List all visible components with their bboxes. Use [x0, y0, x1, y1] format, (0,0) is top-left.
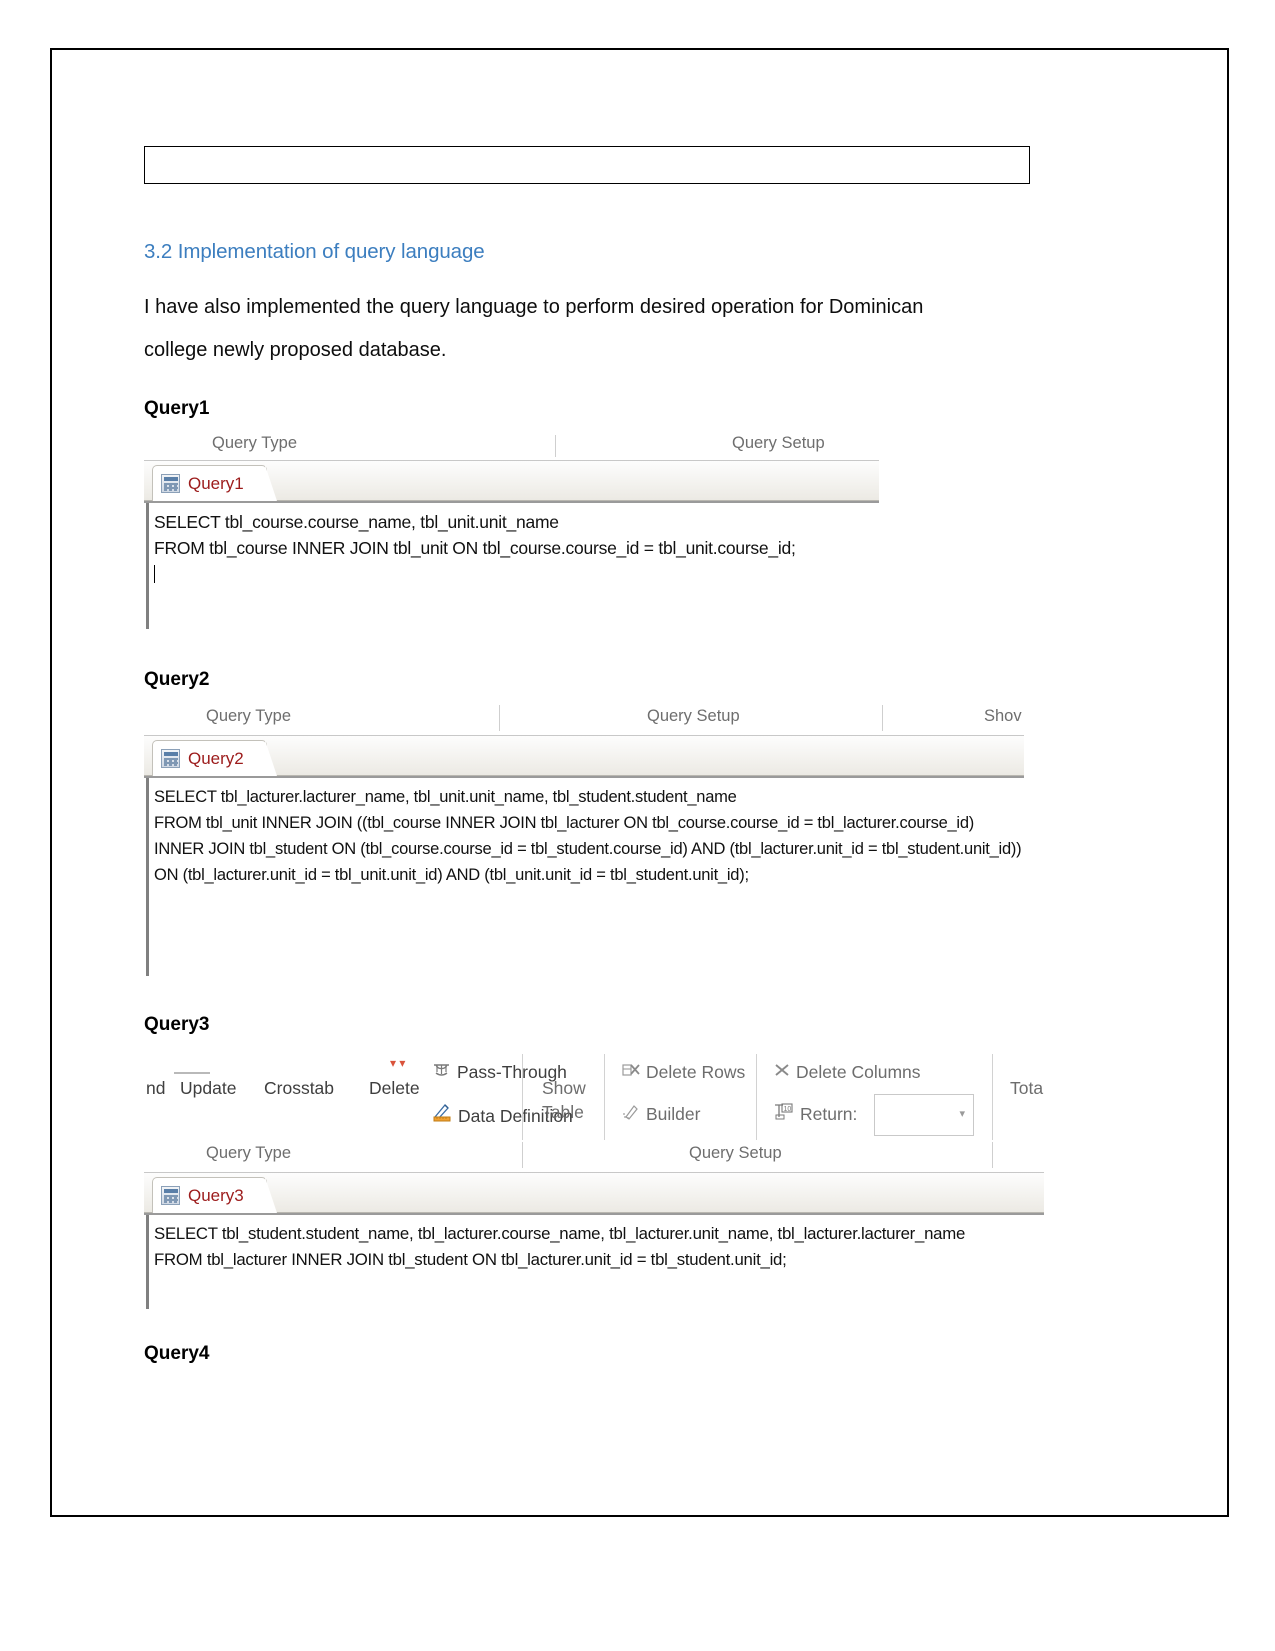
query2-sql-pane[interactable]: SELECT tbl_lacturer.lacturer_name, tbl_u… [144, 776, 1024, 976]
query2-group-labels: Query Type Query Setup Shov [144, 705, 1024, 735]
totals-command[interactable]: Totals [1010, 1078, 1044, 1099]
query1-tab-strip: Query1 [144, 461, 879, 501]
empty-text-box [144, 146, 1030, 184]
group-label-query-setup: Query Setup [689, 1144, 782, 1162]
query1-group-labels: Query Type Query Setup [144, 434, 879, 460]
delete-rows-icon [622, 1062, 640, 1083]
query3-sql-pane[interactable]: SELECT tbl_student.student_name, tbl_lac… [144, 1213, 1044, 1309]
return-icon: 10 [774, 1102, 794, 1125]
sql-line: INNER JOIN tbl_student ON (tbl_course.co… [154, 840, 1022, 858]
query3-tab-strip: Query3 [144, 1173, 1044, 1213]
builder-icon [622, 1102, 640, 1125]
document-tab-label: Query1 [188, 473, 244, 493]
group-separator [522, 1142, 523, 1168]
page-content: 3.2 Implementation of query language I h… [144, 146, 1074, 1379]
data-definition-icon [432, 1102, 452, 1127]
text-caret [154, 565, 155, 583]
body-paragraph: I have also implemented the query langua… [144, 286, 1072, 372]
delete-rows-label: Delete Rows [646, 1062, 746, 1082]
sql-line: FROM tbl_lacturer INNER JOIN tbl_student… [154, 1250, 787, 1269]
document-page-frame: 3.2 Implementation of query language I h… [50, 48, 1229, 1517]
sql-caret-line [144, 561, 879, 587]
ribbon-dash-mark [174, 1072, 210, 1074]
spark-marks-icon: ▾ ▾ [390, 1056, 406, 1070]
query-table-icon [161, 1186, 180, 1205]
sql-line: SELECT tbl_student.student_name, tbl_lac… [154, 1224, 966, 1243]
sql-line: SELECT tbl_course.course_name, tbl_unit.… [154, 512, 559, 532]
ribbon-command-append[interactable]: nd [146, 1078, 165, 1099]
document-tab-label: Query3 [188, 1185, 244, 1205]
group-label-query-type: Query Type [206, 707, 291, 725]
query-table-icon [161, 474, 180, 493]
query2-screenshot: Query Type Query Setup Shov Query2 SELEC… [144, 705, 1024, 976]
group-separator [992, 1142, 993, 1168]
query2-tab-strip: Query2 [144, 736, 1024, 776]
ribbon-group-separator [522, 1054, 523, 1140]
show-table-command[interactable]: Show [542, 1078, 586, 1099]
delete-rows-command[interactable]: Delete Rows [622, 1062, 745, 1083]
query3-ribbon: nd Update Crosstab Delete Pass-Through ▾… [144, 1050, 1044, 1142]
pass-through-icon [432, 1062, 451, 1083]
paragraph-line-1: I have also implemented the query langua… [144, 296, 924, 318]
query1-sql-pane[interactable]: SELECT tbl_course.course_name, tbl_unit.… [144, 501, 879, 629]
group-label-query-type: Query Type [212, 434, 297, 452]
delete-columns-label: Delete Columns [796, 1062, 921, 1082]
query3-label: Query3 [144, 1014, 210, 1035]
return-label: Return: [800, 1104, 858, 1124]
ribbon-command-update[interactable]: Update [180, 1078, 236, 1099]
group-label-query-setup: Query Setup [647, 707, 740, 725]
builder-command[interactable]: Builder [622, 1102, 700, 1125]
delete-columns-command[interactable]: Delete Columns [774, 1062, 921, 1083]
svg-text:10: 10 [784, 1106, 792, 1113]
group-label-query-type: Query Type [206, 1144, 291, 1162]
sql-pane-left-rule [146, 778, 149, 976]
builder-label: Builder [646, 1104, 701, 1124]
query3-screenshot: nd Update Crosstab Delete Pass-Through ▾… [144, 1050, 1044, 1309]
group-label-query-setup: Query Setup [732, 434, 825, 452]
query3-group-labels: Query Type Query Setup [144, 1142, 1044, 1172]
ribbon-command-delete[interactable]: Delete [369, 1078, 420, 1099]
ribbon-group-separator [756, 1054, 757, 1140]
return-value-combobox[interactable]: ▾ [874, 1094, 974, 1136]
section-heading: 3.2 Implementation of query language [144, 240, 485, 263]
document-tab-query3[interactable]: Query3 [152, 1177, 277, 1213]
show-table-label-line1: Show [542, 1078, 586, 1098]
group-separator [555, 435, 556, 457]
delete-columns-icon [774, 1062, 790, 1083]
group-label-show: Shov [984, 707, 1022, 725]
sql-line: ON (tbl_lacturer.unit_id = tbl_unit.unit… [154, 866, 749, 884]
show-table-label-line2: Table [542, 1102, 584, 1122]
chevron-down-icon: ▾ [959, 1108, 965, 1120]
query-table-icon [161, 749, 180, 768]
query1-screenshot: Query Type Query Setup Query1 SELECT tbl… [144, 434, 879, 629]
sql-pane-left-rule [146, 503, 149, 629]
document-tab-label: Query2 [188, 748, 244, 768]
ribbon-group-separator [992, 1054, 993, 1140]
sql-line: SELECT tbl_lacturer.lacturer_name, tbl_u… [154, 788, 737, 806]
group-separator [499, 705, 500, 731]
sql-line: FROM tbl_unit INNER JOIN ((tbl_course IN… [154, 814, 975, 832]
query1-label: Query1 [144, 398, 210, 419]
return-command[interactable]: 10 Return: [774, 1102, 857, 1125]
query4-label: Query4 [144, 1343, 210, 1364]
document-tab-query2[interactable]: Query2 [152, 740, 277, 776]
sql-line: FROM tbl_course INNER JOIN tbl_unit ON t… [154, 538, 796, 558]
paragraph-line-2: college newly proposed database. [144, 339, 447, 361]
group-separator [882, 705, 883, 731]
ribbon-command-crosstab[interactable]: Crosstab [264, 1078, 334, 1099]
document-tab-query1[interactable]: Query1 [152, 465, 277, 501]
ribbon-group-separator [604, 1054, 605, 1140]
sql-pane-left-rule [146, 1215, 149, 1309]
query2-label: Query2 [144, 669, 210, 690]
